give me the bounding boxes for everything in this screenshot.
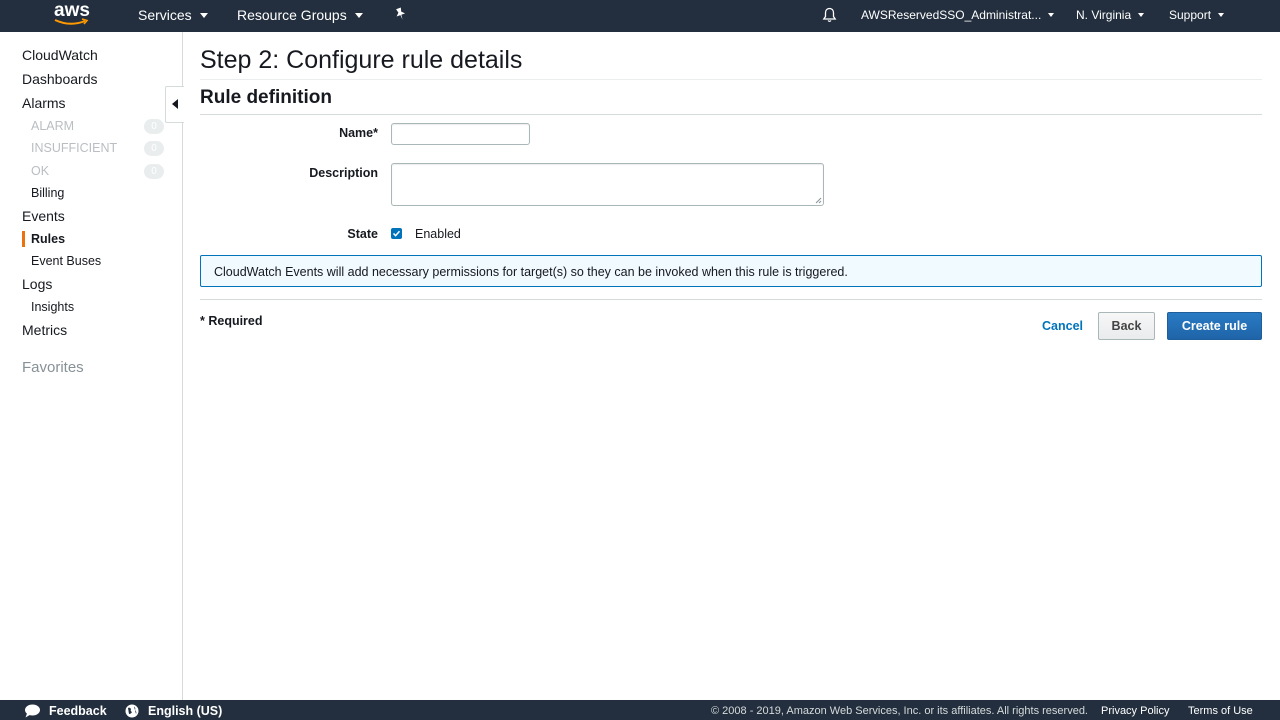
sidebar-item-rules[interactable]: Rules xyxy=(31,232,65,246)
feedback-icon xyxy=(25,704,40,718)
sidebar: CloudWatch Dashboards Alarms ALARM 0 INS… xyxy=(0,32,183,700)
collapse-sidebar-button[interactable] xyxy=(165,86,184,123)
alarm-count-badge: 0 xyxy=(144,119,164,134)
terms-of-use-link[interactable]: Terms of Use xyxy=(1188,705,1253,717)
create-rule-button[interactable]: Create rule xyxy=(1167,312,1262,340)
insufficient-count-badge: 0 xyxy=(144,141,164,156)
sidebar-item-ok-state[interactable]: OK xyxy=(31,164,49,178)
name-input[interactable] xyxy=(391,123,530,145)
resize-grip-icon[interactable] xyxy=(815,197,822,204)
privacy-policy-link[interactable]: Privacy Policy xyxy=(1101,705,1169,717)
required-note: * Required xyxy=(200,314,263,328)
active-indicator xyxy=(22,231,25,247)
description-label: Description xyxy=(309,166,378,180)
support-label: Support xyxy=(1169,8,1212,22)
sidebar-item-billing[interactable]: Billing xyxy=(31,186,64,200)
top-navigation-bar: aws Services Resource Groups AWSReserved… xyxy=(0,0,1280,32)
sidebar-item-event-buses[interactable]: Event Buses xyxy=(31,254,101,268)
account-menu[interactable]: AWSReservedSSO_Administrat... xyxy=(861,8,1055,22)
chevron-down-icon xyxy=(1218,13,1225,17)
section-title: Rule definition xyxy=(200,87,332,108)
services-menu[interactable]: Services xyxy=(138,7,208,23)
chevron-down-icon xyxy=(354,12,363,18)
cancel-button[interactable]: Cancel xyxy=(1042,319,1083,333)
info-alert: CloudWatch Events will add necessary per… xyxy=(200,255,1262,287)
sidebar-item-events[interactable]: Events xyxy=(22,208,65,224)
services-label: Services xyxy=(138,7,192,23)
sidebar-item-insufficient-state[interactable]: INSUFFICIENT xyxy=(31,141,117,155)
page-title: Step 2: Configure rule details xyxy=(200,46,523,74)
copyright-text: © 2008 - 2019, Amazon Web Services, Inc.… xyxy=(711,705,1088,717)
checkmark-icon xyxy=(392,230,401,237)
pin-icon[interactable] xyxy=(394,7,407,21)
enabled-label[interactable]: Enabled xyxy=(415,227,461,241)
chevron-left-icon xyxy=(172,99,178,109)
sidebar-item-logs[interactable]: Logs xyxy=(22,276,52,292)
aws-smile-icon xyxy=(54,18,89,25)
sidebar-favorites-heading: Favorites xyxy=(22,359,84,376)
resource-groups-menu[interactable]: Resource Groups xyxy=(237,7,363,23)
divider xyxy=(200,79,1262,80)
sidebar-item-metrics[interactable]: Metrics xyxy=(22,322,67,338)
footer: Feedback English (US) © 2008 - 2019, Ama… xyxy=(0,700,1280,720)
info-message: CloudWatch Events will add necessary per… xyxy=(214,265,848,279)
sidebar-item-dashboards[interactable]: Dashboards xyxy=(22,71,98,87)
globe-icon xyxy=(125,704,139,718)
region-label: N. Virginia xyxy=(1076,8,1132,22)
divider xyxy=(200,299,1262,300)
description-textarea[interactable] xyxy=(391,163,824,206)
resource-groups-label: Resource Groups xyxy=(237,7,347,23)
ok-count-badge: 0 xyxy=(144,164,164,179)
enabled-checkbox[interactable] xyxy=(391,228,402,239)
language-selector[interactable]: English (US) xyxy=(148,704,222,718)
support-menu[interactable]: Support xyxy=(1169,8,1225,22)
region-menu[interactable]: N. Virginia xyxy=(1076,8,1145,22)
bell-icon[interactable] xyxy=(822,7,837,23)
chevron-down-icon xyxy=(1138,13,1145,17)
sidebar-item-insights[interactable]: Insights xyxy=(31,300,74,314)
name-label: Name* xyxy=(339,126,378,140)
aws-logo[interactable]: aws xyxy=(52,1,92,29)
feedback-button[interactable]: Feedback xyxy=(49,704,107,718)
sidebar-item-cloudwatch[interactable]: CloudWatch xyxy=(22,47,98,63)
back-button[interactable]: Back xyxy=(1098,312,1155,340)
sidebar-item-alarms[interactable]: Alarms xyxy=(22,95,66,111)
divider xyxy=(200,114,1262,115)
chevron-down-icon xyxy=(199,12,208,18)
chevron-down-icon xyxy=(1048,13,1055,17)
sidebar-item-alarm-state[interactable]: ALARM xyxy=(31,119,74,133)
state-label: State xyxy=(347,227,378,241)
account-label: AWSReservedSSO_Administrat... xyxy=(861,8,1042,22)
